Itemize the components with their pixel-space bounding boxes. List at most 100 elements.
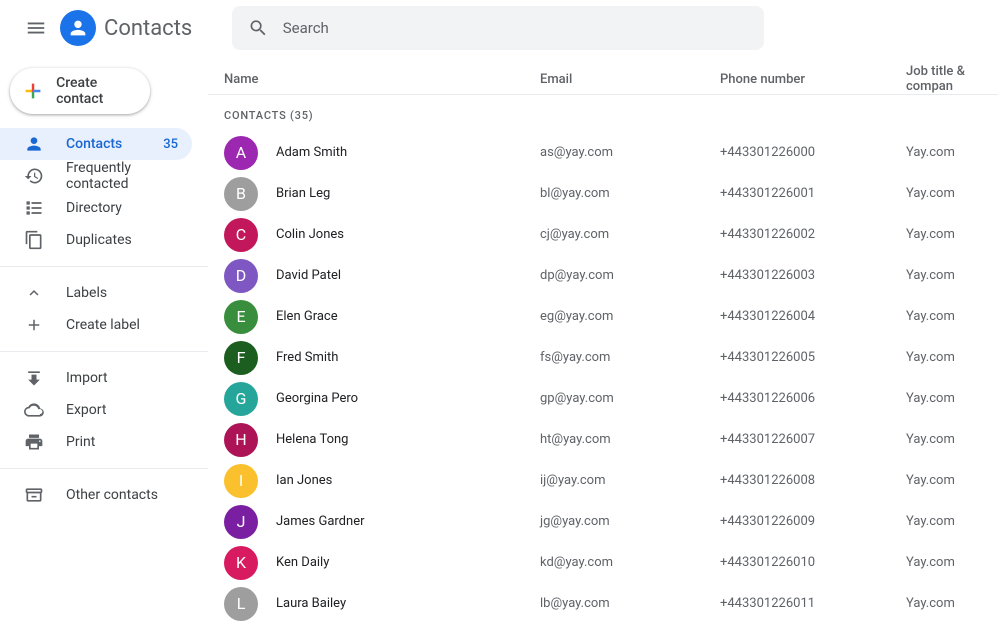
table-row[interactable]: EElen Graceeg@yay.com+443301226004Yay.co… [208, 296, 998, 337]
avatar: D [224, 259, 258, 293]
main-menu-button[interactable] [16, 8, 56, 48]
sidebar-item-label: Duplicates [66, 232, 178, 248]
contact-phone: +443301226001 [720, 186, 906, 201]
contact-phone: +443301226007 [720, 432, 906, 447]
contact-email: kd@yay.com [540, 555, 720, 570]
table-row[interactable]: JJames Gardnerjg@yay.com+443301226009Yay… [208, 501, 998, 542]
table-row[interactable]: BBrian Legbl@yay.com+443301226001Yay.com [208, 173, 998, 214]
sidebar-item-export[interactable]: Export [0, 394, 192, 426]
table-header: Name Email Phone number Job title & comp… [208, 64, 998, 94]
contact-job: Yay.com [906, 596, 955, 611]
table-row[interactable]: IIan Jonesij@yay.com+443301226008Yay.com [208, 460, 998, 501]
sidebar-item-label: Create label [66, 317, 178, 333]
contact-name: Helena Tong [276, 432, 540, 447]
contact-phone: +443301226010 [720, 555, 906, 570]
table-row[interactable]: GGeorgina Perogp@yay.com+443301226006Yay… [208, 378, 998, 419]
table-row[interactable]: LLaura Baileylb@yay.com+443301226011Yay.… [208, 583, 998, 623]
contact-name: Ken Daily [276, 555, 540, 570]
create-contact-button[interactable]: Create contact [10, 68, 150, 114]
contact-email: ij@yay.com [540, 473, 720, 488]
contact-phone: +443301226008 [720, 473, 906, 488]
print-icon [24, 432, 44, 452]
contact-job: Yay.com [906, 555, 955, 570]
table-row[interactable]: AAdam Smithas@yay.com+443301226000Yay.co… [208, 132, 998, 173]
table-section-label: CONTACTS (35) [208, 95, 998, 132]
contact-name: Brian Leg [276, 186, 540, 201]
contact-name: Fred Smith [276, 350, 540, 365]
contact-phone: +443301226004 [720, 309, 906, 324]
sidebar-item-label: Other contacts [66, 487, 178, 503]
contact-name: Colin Jones [276, 227, 540, 242]
sidebar-divider [0, 266, 208, 267]
avatar: A [224, 136, 258, 170]
table-row[interactable]: DDavid Pateldp@yay.com+443301226003Yay.c… [208, 255, 998, 296]
import-icon [24, 368, 44, 388]
contact-phone: +443301226005 [720, 350, 906, 365]
column-header-job[interactable]: Job title & compan [906, 64, 998, 94]
history-icon [24, 166, 44, 186]
sidebar-item-label: Frequently contacted [66, 160, 178, 192]
contact-email: as@yay.com [540, 145, 720, 160]
column-header-phone[interactable]: Phone number [720, 72, 906, 87]
search-icon [248, 17, 268, 39]
sidebar-item-other-contacts[interactable]: Other contacts [0, 479, 192, 511]
create-contact-label: Create contact [56, 75, 134, 107]
sidebar-labels-section[interactable]: Labels [0, 277, 192, 309]
search-bar[interactable] [232, 6, 764, 50]
avatar: E [224, 300, 258, 334]
contact-email: eg@yay.com [540, 309, 720, 324]
table-row[interactable]: K Ken Dailykd@yay.com+443301226010Yay.com [208, 542, 998, 583]
contact-name: David Patel [276, 268, 540, 283]
contact-email: gp@yay.com [540, 391, 720, 406]
contact-phone: +443301226002 [720, 227, 906, 242]
contact-phone: +443301226000 [720, 145, 906, 160]
directory-icon [24, 198, 44, 218]
sidebar-item-print[interactable]: Print [0, 426, 192, 458]
sidebar-item-contacts[interactable]: Contacts 35 [0, 128, 192, 160]
sidebar-divider [0, 468, 208, 469]
table-row[interactable]: HHelena Tonght@yay.com+443301226007Yay.c… [208, 419, 998, 460]
contact-job: Yay.com [906, 309, 955, 324]
table-row[interactable]: CColin Jonescj@yay.com+443301226002Yay.c… [208, 214, 998, 255]
avatar: J [224, 505, 258, 539]
sidebar-create-label[interactable]: Create label [0, 309, 192, 341]
sidebar-item-directory[interactable]: Directory [0, 192, 192, 224]
avatar: B [224, 177, 258, 211]
sidebar-item-label: Import [66, 370, 178, 386]
contact-email: jg@yay.com [540, 514, 720, 529]
main-content: Name Email Phone number Job title & comp… [208, 56, 998, 623]
sidebar-item-label: Directory [66, 200, 178, 216]
contacts-list: A Adam Smithas@yay.com+443301226000 Yay.co… [208, 132, 998, 623]
avatar: C [224, 218, 258, 252]
avatar: I [224, 464, 258, 498]
sidebar-item-label: Labels [66, 285, 178, 301]
contact-name: Adam Smith [276, 145, 540, 160]
column-header-email[interactable]: Email [540, 72, 720, 87]
avatar: H [224, 423, 258, 457]
contact-email: ht@yay.com [540, 432, 720, 447]
contact-name: Laura Bailey [276, 596, 540, 611]
sidebar-item-duplicates[interactable]: Duplicates [0, 224, 192, 256]
contact-phone: +443301226011 [720, 596, 906, 611]
contact-job: Yay.com [906, 186, 955, 201]
avatar: K [224, 546, 258, 580]
search-input[interactable] [283, 19, 749, 37]
sidebar-item-count: 35 [163, 137, 178, 152]
table-row[interactable]: FFred Smithfs@yay.com+443301226005Yay.co… [208, 337, 998, 378]
contact-email: fs@yay.com [540, 350, 720, 365]
app-logo[interactable]: Contacts [60, 10, 192, 46]
contacts-logo-icon [60, 10, 96, 46]
chevron-up-icon [24, 283, 44, 303]
column-header-name[interactable]: Name [224, 72, 540, 87]
hamburger-icon [25, 17, 47, 39]
contact-name: James Gardner [276, 514, 540, 529]
contact-phone: +443301226003 [720, 268, 906, 283]
sidebar: Create contact Contacts 35 Frequently co… [0, 56, 208, 623]
duplicates-icon [24, 230, 44, 250]
sidebar-item-import[interactable]: Import [0, 362, 192, 394]
sidebar-item-frequently-contacted[interactable]: Frequently contacted [0, 160, 192, 192]
contact-job: Yay.com [906, 227, 955, 242]
contact-email: lb@yay.com [540, 596, 720, 611]
contact-name: Ian Jones [276, 473, 540, 488]
contact-phone: +443301226009 [720, 514, 906, 529]
